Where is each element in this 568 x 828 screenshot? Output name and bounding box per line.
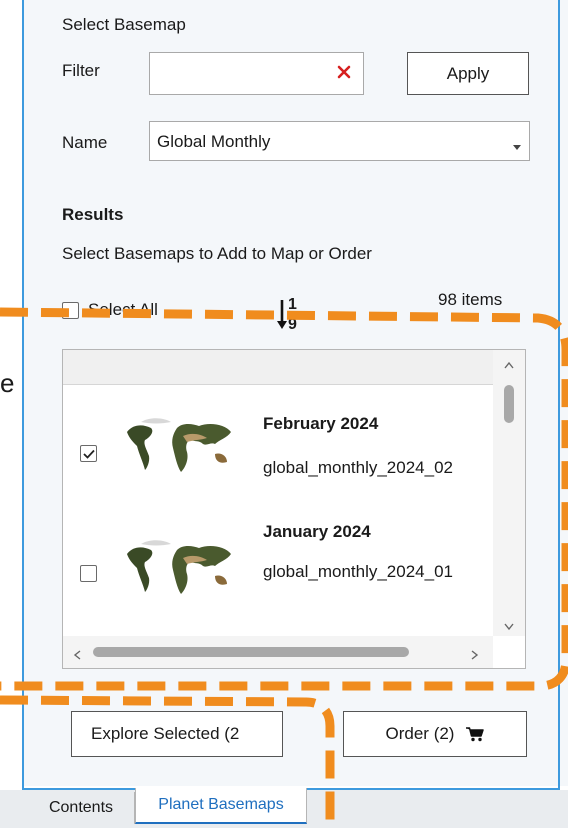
highlight-annotation — [0, 307, 568, 828]
